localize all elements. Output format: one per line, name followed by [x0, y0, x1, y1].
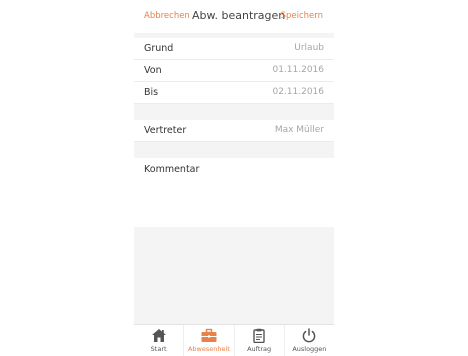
app-screen: Abbrechen Abw. beantragen Speichern Grun…	[134, 0, 334, 356]
save-button[interactable]: Speichern	[281, 11, 323, 21]
page-title: Abw. beantragen	[192, 9, 286, 22]
vertreter-value: Max Müller	[274, 125, 324, 135]
power-icon	[301, 328, 317, 343]
von-value: 01.11.2016	[272, 65, 324, 75]
tab-ausloggen[interactable]: Ausloggen	[285, 325, 334, 356]
empty-area	[134, 227, 334, 324]
clipboard-icon	[251, 328, 267, 344]
grund-row[interactable]: Grund Urlaub	[134, 38, 334, 60]
von-label: Von	[144, 65, 162, 76]
bis-row[interactable]: Bis 02.11.2016	[134, 82, 334, 104]
briefcase-icon	[201, 328, 217, 343]
tab-label: Start	[150, 345, 167, 353]
kommentar-section: Kommentar	[134, 158, 334, 227]
tab-auftrag[interactable]: Auftrag	[235, 325, 285, 356]
tab-label: Auftrag	[247, 345, 272, 353]
tab-label: Ausloggen	[292, 345, 327, 353]
bis-value: 02.11.2016	[272, 87, 324, 97]
navigation-bar: Abbrechen Abw. beantragen Speichern	[134, 0, 334, 33]
grund-value: Urlaub	[294, 43, 324, 53]
kommentar-label: Kommentar	[144, 164, 200, 175]
tab-abwesenheit[interactable]: Abwesenheit	[184, 325, 235, 356]
tab-label: Abwesenheit	[187, 345, 230, 353]
section-separator	[134, 104, 334, 120]
cancel-button[interactable]: Abbrechen	[144, 11, 190, 21]
tab-bar: Start Abwesenheit Auftrag Ausloggen	[134, 324, 334, 356]
home-icon	[151, 328, 167, 343]
kommentar-input[interactable]	[144, 178, 324, 222]
vertreter-label: Vertreter	[144, 125, 187, 136]
von-row[interactable]: Von 01.11.2016	[134, 60, 334, 82]
tab-start[interactable]: Start	[134, 325, 185, 356]
section-separator	[134, 142, 334, 158]
grund-label: Grund	[144, 43, 174, 54]
bis-label: Bis	[144, 87, 159, 98]
vertreter-row[interactable]: Vertreter Max Müller	[134, 120, 334, 142]
